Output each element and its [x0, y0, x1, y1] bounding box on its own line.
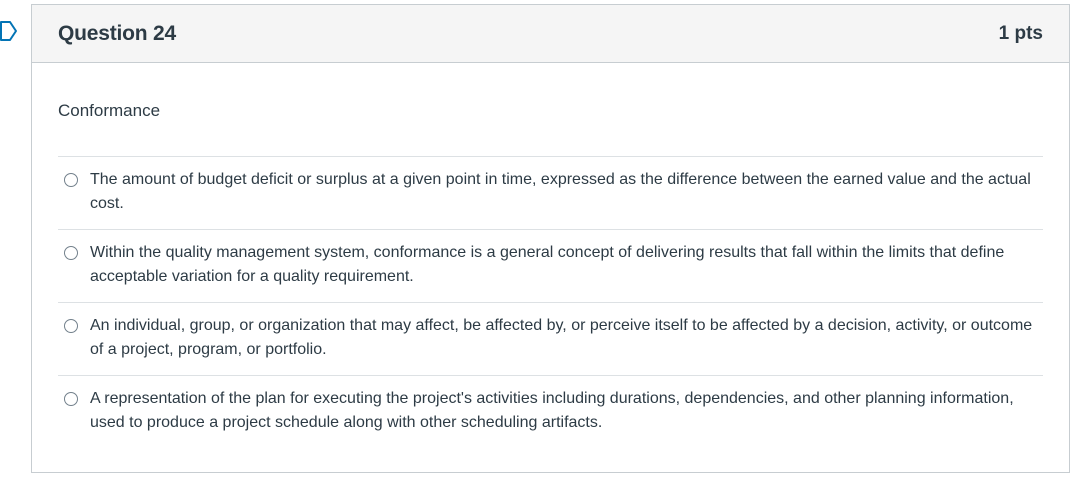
question-title: Question 24 — [58, 21, 176, 45]
answer-option-1[interactable]: The amount of budget deficit or surplus … — [58, 156, 1043, 229]
question-text: Conformance — [58, 101, 161, 120]
question-points: 1 pts — [998, 22, 1043, 44]
answer-label[interactable]: The amount of budget deficit or surplus … — [90, 168, 1033, 216]
bookmark-flag-icon[interactable] — [0, 20, 18, 42]
answer-label[interactable]: An individual, group, or organization th… — [90, 314, 1033, 362]
answer-option-4[interactable]: A representation of the plan for executi… — [58, 375, 1043, 448]
question-header: Question 24 1 pts — [32, 5, 1069, 63]
radio-button-icon[interactable] — [64, 392, 78, 406]
question-card: Question 24 1 pts Conformance The amount… — [31, 4, 1070, 473]
radio-button-icon[interactable] — [64, 246, 78, 260]
answer-option-3[interactable]: An individual, group, or organization th… — [58, 302, 1043, 375]
radio-button-icon[interactable] — [64, 319, 78, 333]
radio-button-icon[interactable] — [64, 173, 78, 187]
answer-option-2[interactable]: Within the quality management system, co… — [58, 229, 1043, 302]
answer-list: The amount of budget deficit or surplus … — [58, 156, 1043, 448]
question-body: Conformance The amount of budget deficit… — [32, 63, 1069, 448]
answer-label[interactable]: A representation of the plan for executi… — [90, 387, 1033, 435]
answer-label[interactable]: Within the quality management system, co… — [90, 241, 1033, 289]
